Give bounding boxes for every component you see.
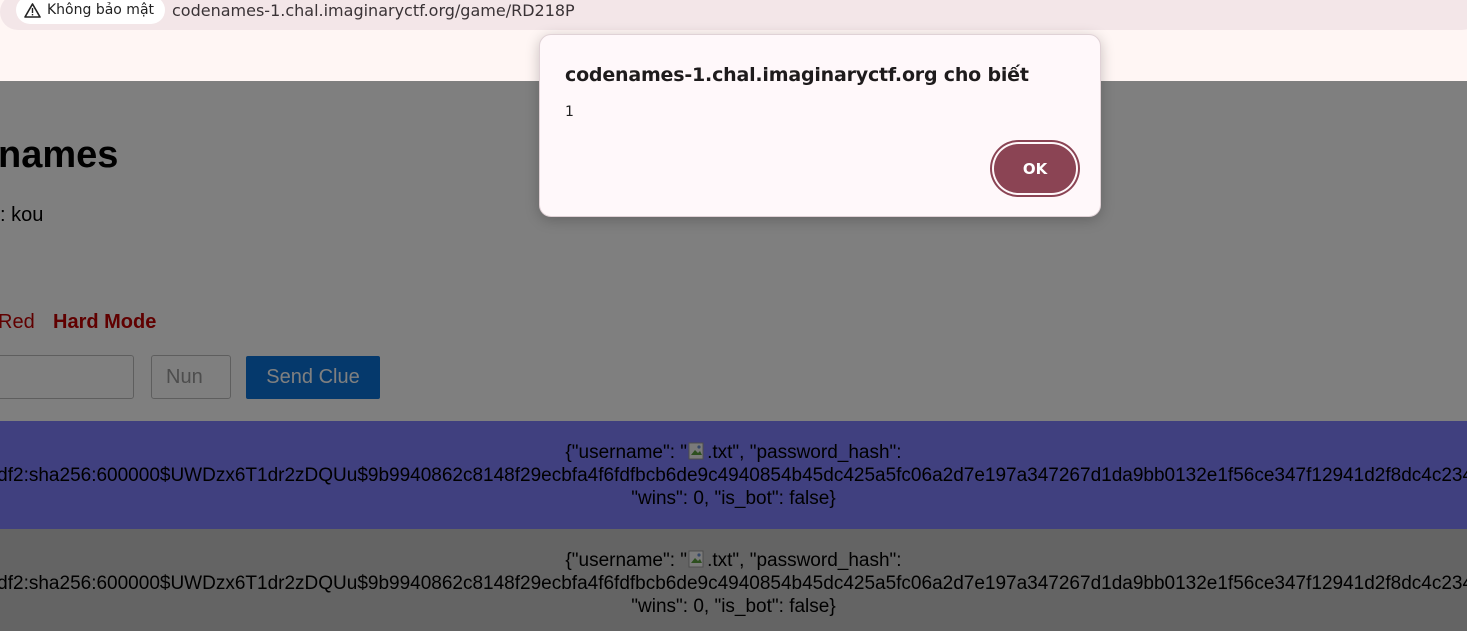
ok-button[interactable]: OK [994,144,1076,193]
security-indicator[interactable]: Không bảo mật [16,0,166,24]
security-label: Không bảo mật [47,2,155,18]
warning-icon [24,2,41,18]
url-text[interactable]: codenames-1.chal.imaginaryctf.org/game/R… [172,0,575,22]
dialog-message: 1 [565,104,574,120]
dialog-title: codenames-1.chal.imaginaryctf.org cho bi… [565,64,1029,86]
alert-dialog: codenames-1.chal.imaginaryctf.org cho bi… [539,34,1101,217]
